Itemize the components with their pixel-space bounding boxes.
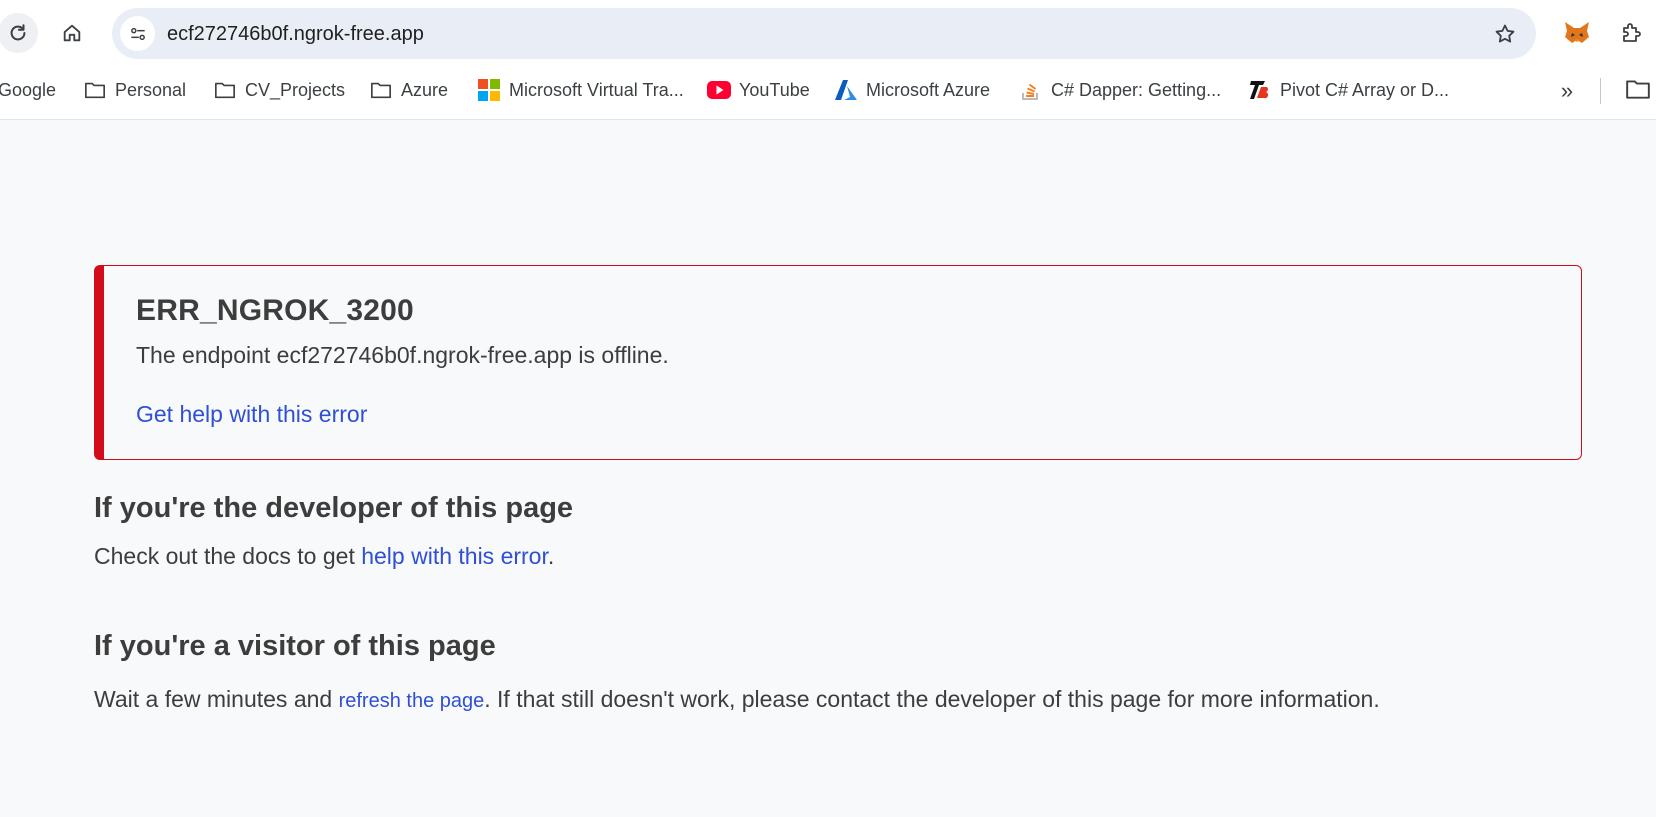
bookmark-folder-personal[interactable]: Personal xyxy=(83,70,186,110)
folder-icon xyxy=(213,78,237,102)
bookmark-label: CV_Projects xyxy=(245,79,346,100)
azure-icon xyxy=(834,78,858,102)
bookmark-label: Microsoft Azure xyxy=(866,79,991,100)
stackoverflow-icon xyxy=(1019,78,1043,102)
error-message: The endpoint ecf272746b0f.ngrok-free.app… xyxy=(136,342,669,368)
browser-chrome: ecf272746b0f.ngrok-free.app Google Perso… xyxy=(0,0,1656,120)
youtube-icon xyxy=(707,78,731,102)
visitor-text: Wait a few minutes and refresh the page.… xyxy=(94,686,1380,713)
error-box: ERR_NGROK_3200 The endpoint ecf272746b0f… xyxy=(94,265,1582,460)
bookmarks-divider xyxy=(1600,78,1601,104)
bookmark-label: C# Dapper: Getting... xyxy=(1051,79,1222,100)
bookmark-youtube[interactable]: YouTube xyxy=(707,70,810,110)
docs-help-link[interactable]: help with this error xyxy=(361,543,548,569)
bookmark-label: Personal xyxy=(115,79,187,100)
all-bookmarks-button[interactable] xyxy=(1625,78,1655,104)
star-icon xyxy=(1495,24,1515,43)
visitor-text-after: . If that still doesn't work, please con… xyxy=(484,686,1380,712)
puzzle-icon xyxy=(1623,23,1641,42)
home-button[interactable] xyxy=(52,13,92,53)
refresh-page-link[interactable]: refresh the page xyxy=(339,690,485,712)
reload-button[interactable] xyxy=(0,13,38,53)
bookmark-label: Microsoft Virtual Tra... xyxy=(509,79,684,100)
bookmark-folder-cv-projects[interactable]: CV_Projects xyxy=(213,70,345,110)
developer-text-after: . xyxy=(547,543,555,569)
developer-text: Check out the docs to get help with this… xyxy=(94,543,554,570)
folder-icon xyxy=(83,78,107,102)
url-text[interactable]: ecf272746b0f.ngrok-free.app xyxy=(167,23,424,46)
bookmark-label: Azure xyxy=(401,79,449,100)
bt-logo-icon xyxy=(1248,78,1272,102)
bookmark-star-button[interactable] xyxy=(1492,21,1518,47)
developer-text-before: Check out the docs to get xyxy=(94,543,362,569)
tune-icon xyxy=(130,27,145,40)
extensions-button[interactable] xyxy=(1616,17,1646,47)
bookmark-label: Google xyxy=(0,79,57,100)
bookmark-pivot-csharp[interactable]: Pivot C# Array or D... xyxy=(1248,70,1449,110)
browser-toolbar: ecf272746b0f.ngrok-free.app xyxy=(0,0,1656,68)
bookmark-microsoft-virtual[interactable]: Microsoft Virtual Tra... xyxy=(477,70,684,110)
microsoft-icon xyxy=(477,78,501,102)
folder-icon xyxy=(369,78,393,102)
get-help-link[interactable]: Get help with this error xyxy=(136,401,367,428)
metamask-extension-button[interactable] xyxy=(1562,18,1592,48)
bookmark-label: Pivot C# Array or D... xyxy=(1280,79,1450,100)
bookmark-folder-azure[interactable]: Azure xyxy=(369,70,448,110)
visitor-text-before: Wait a few minutes and xyxy=(94,686,339,712)
fox-icon xyxy=(1565,22,1589,43)
more-bookmarks-button[interactable]: » xyxy=(1552,78,1582,104)
bookmark-csharp-dapper[interactable]: C# Dapper: Getting... xyxy=(1019,70,1221,110)
bookmark-google[interactable]: Google xyxy=(0,70,56,110)
home-icon xyxy=(63,24,81,42)
address-bar[interactable]: ecf272746b0f.ngrok-free.app xyxy=(112,8,1536,59)
visitor-heading: If you're a visitor of this page xyxy=(94,630,496,662)
folder-icon xyxy=(1626,80,1650,99)
bookmarks-bar: Google Personal CV_Projects Azure Micros… xyxy=(0,70,1656,110)
error-code: ERR_NGROK_3200 xyxy=(136,294,414,327)
site-info-button[interactable] xyxy=(120,16,155,51)
developer-heading: If you're the developer of this page xyxy=(94,492,574,524)
bookmark-label: YouTube xyxy=(739,79,810,100)
reload-icon xyxy=(10,24,26,41)
bookmark-microsoft-azure[interactable]: Microsoft Azure xyxy=(834,70,990,110)
